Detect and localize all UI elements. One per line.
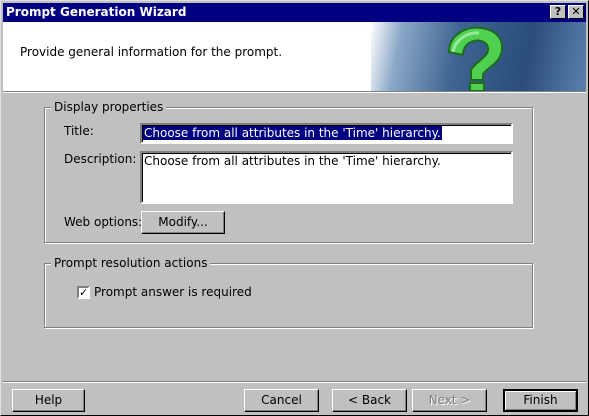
title-bar: Prompt Generation Wizard ? ✕ bbox=[3, 3, 586, 22]
back-button[interactable]: < Back bbox=[332, 389, 407, 412]
header-banner bbox=[371, 22, 586, 91]
wizard-header: Provide general information for the prom… bbox=[3, 22, 586, 91]
title-input-value: Choose from all attributes in the 'Time'… bbox=[143, 126, 442, 140]
prompt-required-checkbox[interactable]: ✓ bbox=[77, 286, 90, 299]
description-value: Choose from all attributes in the 'Time'… bbox=[144, 154, 441, 168]
next-button[interactable]: Next > bbox=[412, 389, 487, 412]
wizard-window: Prompt Generation Wizard ? ✕ Provide gen… bbox=[0, 0, 589, 416]
prompt-resolution-legend: Prompt resolution actions bbox=[51, 256, 211, 270]
display-properties-group: Display properties Title: Choose from al… bbox=[44, 100, 533, 243]
prompt-required-label[interactable]: Prompt answer is required bbox=[94, 285, 252, 299]
close-icon[interactable]: ✕ bbox=[568, 5, 584, 19]
description-label: Description: bbox=[64, 152, 137, 166]
title-input[interactable]: Choose from all attributes in the 'Time'… bbox=[140, 123, 513, 144]
help-button[interactable]: Help bbox=[12, 389, 85, 412]
modify-button[interactable]: Modify... bbox=[141, 211, 225, 234]
title-label: Title: bbox=[64, 124, 94, 138]
question-mark-icon bbox=[447, 26, 503, 91]
display-properties-legend: Display properties bbox=[51, 100, 167, 114]
window-title: Prompt Generation Wizard bbox=[6, 5, 187, 19]
header-description: Provide general information for the prom… bbox=[20, 45, 283, 59]
cancel-button[interactable]: Cancel bbox=[244, 389, 319, 412]
help-icon[interactable]: ? bbox=[550, 5, 566, 19]
header-separator bbox=[3, 91, 586, 93]
finish-button[interactable]: Finish bbox=[503, 389, 578, 412]
footer-separator bbox=[3, 381, 586, 383]
web-options-label: Web options: bbox=[64, 215, 143, 229]
prompt-resolution-group: Prompt resolution actions ✓ Prompt answe… bbox=[44, 256, 533, 328]
description-textarea[interactable]: Choose from all attributes in the 'Time'… bbox=[140, 151, 513, 204]
